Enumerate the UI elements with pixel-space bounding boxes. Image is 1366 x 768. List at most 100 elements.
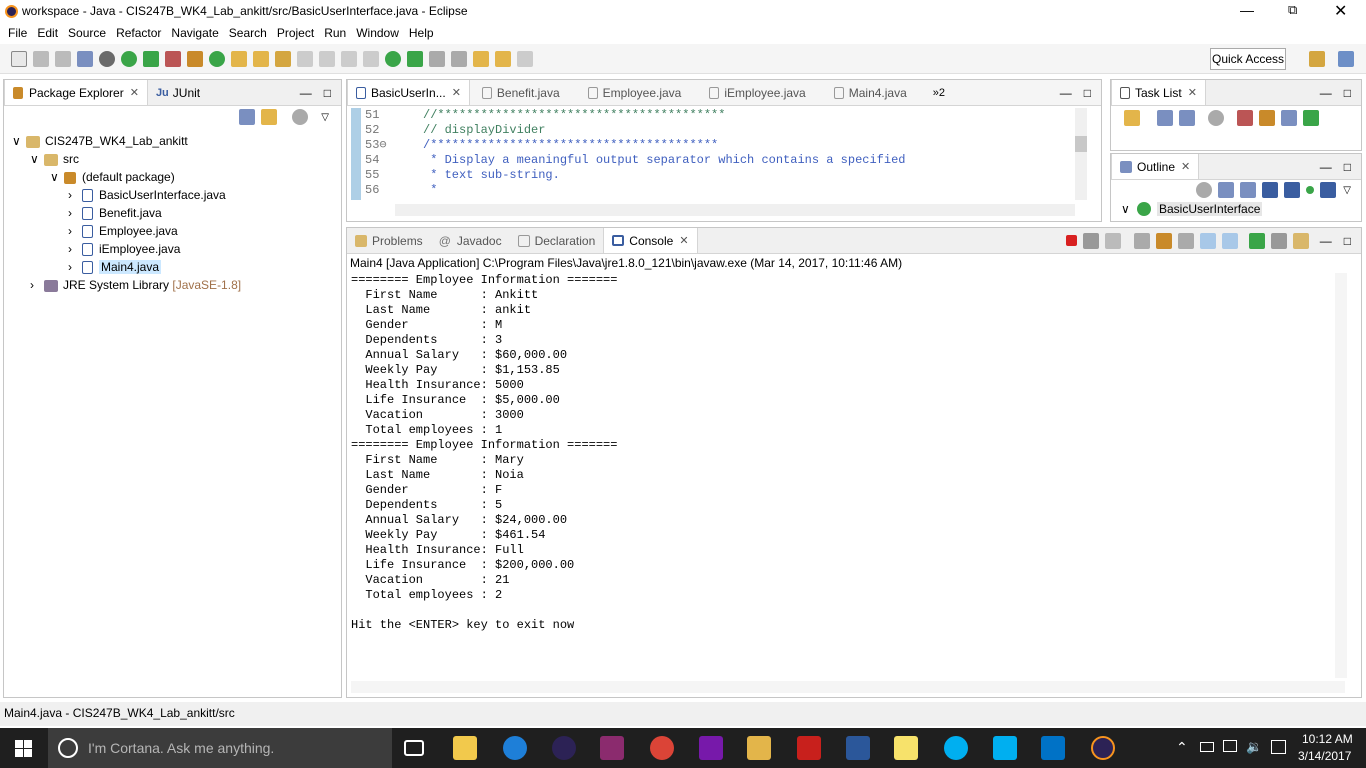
new-java-package-icon[interactable]: [187, 50, 203, 67]
editor-horizontal-scrollbar[interactable]: [395, 204, 1075, 216]
coverage-icon[interactable]: [143, 50, 159, 67]
notification-icon[interactable]: [1271, 740, 1286, 754]
collapse-all-icon[interactable]: [1281, 110, 1297, 126]
outlook-icon[interactable]: [1041, 736, 1065, 760]
hide-local-types-icon[interactable]: [1320, 182, 1337, 198]
menu-refactor[interactable]: Refactor: [116, 26, 161, 40]
save-all-icon[interactable]: [55, 50, 71, 67]
tab-junit[interactable]: Ju JUnit: [148, 80, 208, 105]
hide-nonpublic-icon[interactable]: [1306, 186, 1315, 194]
view-menu-icon[interactable]: ▽: [1343, 185, 1351, 196]
link-icon[interactable]: [1303, 110, 1319, 126]
close-icon[interactable]: ✕: [1181, 160, 1190, 173]
close-button[interactable]: ✕: [1334, 1, 1354, 21]
minimize-view-icon[interactable]: —: [300, 86, 312, 100]
breadcrumb-icon[interactable]: [385, 50, 401, 67]
tree-item-file[interactable]: › Benefit.java: [12, 204, 341, 222]
console-output[interactable]: ======== Employee Information ======= Fi…: [351, 273, 1341, 678]
show-whitespace-icon[interactable]: [363, 50, 379, 67]
menu-search[interactable]: Search: [229, 26, 267, 40]
cortana-search-box[interactable]: I'm Cortana. Ask me anything.: [48, 728, 392, 768]
categorized-icon[interactable]: [1157, 110, 1173, 126]
volume-icon[interactable]: 🔉: [1246, 739, 1262, 755]
eclipse-active-icon[interactable]: [1091, 736, 1115, 760]
show-on-stderr-icon[interactable]: [1221, 232, 1238, 249]
word-icon[interactable]: [846, 736, 870, 760]
remove-all-terminated-icon[interactable]: [1104, 232, 1121, 249]
eclipse-taskbar-icon[interactable]: [552, 736, 576, 760]
show-on-stdout-icon[interactable]: [1199, 232, 1216, 249]
tree-item-file-selected[interactable]: › Main4.java: [12, 258, 341, 276]
skip-breakpoints-icon[interactable]: [77, 50, 93, 67]
code-area[interactable]: 51 //************************************…: [365, 108, 1077, 200]
collapse-all-icon[interactable]: [1218, 182, 1235, 198]
clock-date[interactable]: 3/14/2017: [1298, 749, 1351, 763]
tree-item-src[interactable]: ∨ src: [12, 150, 341, 168]
minimize-view-icon[interactable]: —: [1060, 86, 1072, 100]
view-menu-icon[interactable]: ▽: [321, 112, 329, 123]
tab-console[interactable]: Console ✕: [603, 228, 698, 253]
network-icon[interactable]: [1223, 740, 1237, 752]
tree-item-jre[interactable]: › JRE System Library [JavaSE-1.8]: [12, 276, 341, 294]
java-perspective-icon[interactable]: [1338, 51, 1354, 67]
menu-file[interactable]: File: [8, 26, 27, 40]
hide-fields-icon[interactable]: [1262, 182, 1279, 198]
focus-icon[interactable]: [1208, 110, 1224, 126]
run-icon[interactable]: [121, 50, 137, 67]
toggle-mark-icon[interactable]: [319, 50, 335, 67]
tab-package-explorer[interactable]: Package Explorer ✕: [4, 80, 148, 105]
scroll-lock-icon[interactable]: [1155, 232, 1172, 249]
word-wrap-icon[interactable]: [1177, 232, 1194, 249]
menu-edit[interactable]: Edit: [37, 26, 58, 40]
debug-icon[interactable]: [99, 50, 115, 67]
menu-project[interactable]: Project: [277, 26, 314, 40]
back-icon[interactable]: [495, 50, 511, 67]
menu-window[interactable]: Window: [356, 26, 399, 40]
tree-item-project[interactable]: ∨ CIS247B_WK4_Lab_ankitt: [12, 132, 341, 150]
last-edit-icon[interactable]: [473, 50, 489, 67]
onenote-icon[interactable]: [699, 736, 723, 760]
sync-icon[interactable]: [1259, 110, 1275, 126]
console-vertical-scrollbar[interactable]: [1335, 273, 1347, 678]
more-tabs-button[interactable]: »2: [933, 87, 945, 99]
battery-icon[interactable]: [1200, 742, 1214, 752]
quick-access-field[interactable]: Quick Access: [1210, 48, 1286, 70]
terminate-icon[interactable]: [1065, 235, 1077, 246]
link-with-editor-icon[interactable]: [261, 109, 278, 125]
minimize-view-icon[interactable]: —: [1320, 160, 1332, 174]
remove-launch-icon[interactable]: [1082, 232, 1099, 249]
skype-icon[interactable]: [944, 736, 968, 760]
editor-tab-benefit[interactable]: Benefit.java: [474, 80, 568, 105]
clear-console-icon[interactable]: [1133, 232, 1150, 249]
hide-static-icon[interactable]: [1284, 182, 1301, 198]
open-type-icon[interactable]: [231, 50, 247, 67]
sort-icon[interactable]: [1240, 182, 1257, 198]
tab-task-list[interactable]: Task List ✕: [1111, 80, 1206, 105]
maximize-view-icon[interactable]: □: [1344, 86, 1351, 100]
editor-tab-employee[interactable]: Employee.java: [580, 80, 690, 105]
collapse-all-icon[interactable]: [239, 109, 256, 125]
pin-console-icon[interactable]: [1248, 232, 1265, 249]
forward-icon[interactable]: [517, 50, 533, 67]
skype-business-icon[interactable]: [993, 736, 1017, 760]
new-task-icon[interactable]: [1124, 110, 1140, 126]
console-horizontal-scrollbar[interactable]: [351, 681, 1345, 693]
maximize-view-icon[interactable]: □: [1084, 86, 1091, 100]
task-view-icon[interactable]: [404, 740, 424, 756]
menu-help[interactable]: Help: [409, 26, 434, 40]
open-task-icon[interactable]: [253, 50, 269, 67]
menu-navigate[interactable]: Navigate: [171, 26, 218, 40]
maximize-button[interactable]: ⧉: [1288, 2, 1308, 18]
tree-item-default-package[interactable]: ∨ (default package): [12, 168, 341, 186]
paint-icon[interactable]: [747, 736, 771, 760]
search-icon[interactable]: [275, 50, 291, 67]
save-icon[interactable]: [33, 50, 49, 67]
tab-problems[interactable]: Problems: [347, 228, 431, 253]
new-icon[interactable]: [11, 50, 27, 67]
sticky-notes-icon[interactable]: [894, 736, 918, 760]
tree-item-file[interactable]: › iEmployee.java: [12, 240, 341, 258]
maximize-view-icon[interactable]: □: [1344, 160, 1351, 174]
edge-icon[interactable]: [503, 736, 527, 760]
tab-outline[interactable]: Outline ✕: [1111, 154, 1200, 179]
block-selection-icon[interactable]: [341, 50, 357, 67]
